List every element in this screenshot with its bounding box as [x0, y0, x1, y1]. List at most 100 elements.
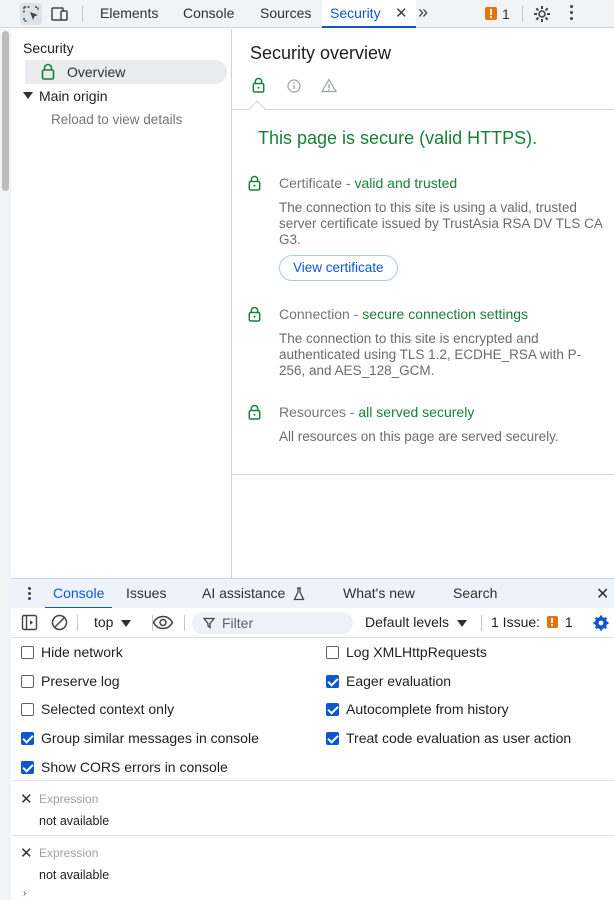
live-expression: ✕ Expression not available: [11, 836, 614, 890]
filter-icon: [203, 617, 215, 629]
drawer-tab-issues[interactable]: Issues: [126, 579, 166, 609]
tab-sources[interactable]: Sources: [260, 0, 311, 28]
drawer-menu-icon[interactable]: [28, 587, 31, 600]
console-toolbar: top Filter Default levels 1 Issue: 1: [11, 608, 614, 638]
eager-evaluation-checkbox[interactable]: Eager evaluation: [326, 671, 451, 691]
expression-input[interactable]: Expression: [39, 846, 98, 860]
scrollbar-thumb[interactable]: [2, 31, 9, 191]
separator-dash: -: [342, 175, 355, 191]
connection-label: Connection: [279, 306, 350, 322]
console-prompt[interactable]: ›: [11, 889, 614, 900]
tab-security-label: Security: [330, 5, 381, 21]
expression-input[interactable]: Expression: [39, 792, 98, 806]
drawer-tab-whats-new[interactable]: What's new: [343, 579, 415, 609]
console-settings-gear-icon[interactable]: [592, 614, 610, 632]
secure-message: This page is secure (valid HTTPS).: [258, 128, 538, 148]
summary-pointer: [248, 100, 266, 118]
info-icon: [287, 79, 301, 93]
sidebar-item-label: Main origin: [39, 88, 108, 104]
connection-heading: Connection - secure connection settings: [279, 306, 528, 322]
checkbox-box[interactable]: [326, 674, 339, 688]
triangle-down-icon: [23, 92, 33, 99]
checkbox-box[interactable]: [21, 731, 34, 745]
drawer-tab-console[interactable]: Console: [45, 579, 113, 609]
checkbox-box[interactable]: [21, 702, 34, 716]
close-drawer-icon[interactable]: ✕: [596, 584, 609, 604]
group-similar-checkbox[interactable]: Group similar messages in console: [21, 728, 259, 748]
tab-elements[interactable]: Elements: [100, 0, 158, 28]
inspect-icon[interactable]: [20, 3, 42, 25]
drawer-tab-ai-assistance[interactable]: AI assistance: [202, 579, 305, 609]
context-selector[interactable]: top: [94, 614, 132, 630]
remove-expression-icon[interactable]: ✕: [20, 844, 33, 862]
checkbox-box[interactable]: [326, 731, 339, 745]
resources-status: all served securely: [358, 404, 475, 420]
separator-dash: -: [345, 404, 359, 420]
left-scrollbar[interactable]: [0, 29, 11, 900]
dropdown-triangle-icon: [121, 619, 132, 627]
certificate-heading: Certificate - valid and trusted: [279, 175, 457, 191]
show-cors-errors-checkbox[interactable]: Show CORS errors in console: [21, 757, 228, 777]
selected-context-only-checkbox[interactable]: Selected context only: [21, 699, 174, 719]
checkbox-label: Log XMLHttpRequests: [346, 644, 487, 660]
expression-value: not available: [39, 868, 110, 882]
security-sidebar: Security Overview Main origin Reload to …: [11, 29, 232, 578]
checkbox-label: Eager evaluation: [346, 673, 452, 689]
tab-security[interactable]: Security ✕: [322, 0, 416, 28]
sidebar-item-overview[interactable]: Overview: [25, 60, 227, 84]
hide-network-checkbox[interactable]: Hide network: [21, 642, 123, 662]
lock-icon: [248, 175, 261, 191]
log-xmlhttprequests-checkbox[interactable]: Log XMLHttpRequests: [326, 642, 487, 662]
drawer-tab-bar: Console Issues AI assistance What's new …: [11, 578, 614, 609]
certificate-description: The connection to this site is using a v…: [279, 200, 603, 247]
issue-flag-icon: [546, 616, 558, 628]
warning-icon: [321, 78, 337, 93]
view-certificate-button[interactable]: View certificate: [279, 255, 398, 281]
treat-eval-as-user-action-checkbox[interactable]: Treat code evaluation as user action: [326, 728, 571, 748]
log-levels-dropdown[interactable]: Default levels: [365, 614, 467, 630]
clear-console-icon[interactable]: [51, 614, 68, 631]
checkbox-label: Treat code evaluation as user action: [346, 730, 572, 746]
filter-input[interactable]: Filter: [192, 612, 353, 634]
dropdown-triangle-icon: [456, 619, 467, 627]
summary-divider: [232, 109, 614, 110]
live-expression: ✕ Expression not available: [11, 782, 614, 836]
checkbox-label: Selected context only: [41, 701, 175, 717]
log-levels-value: Default levels: [365, 614, 450, 630]
preserve-log-checkbox[interactable]: Preserve log: [21, 671, 120, 691]
eye-icon[interactable]: [152, 614, 174, 631]
expression-value: not available: [39, 814, 110, 828]
remove-expression-icon[interactable]: ✕: [20, 790, 33, 808]
prompt-chevron-icon: ›: [23, 888, 27, 899]
autocomplete-history-checkbox[interactable]: Autocomplete from history: [326, 699, 509, 719]
more-tabs-icon[interactable]: »: [418, 2, 428, 23]
checkbox-label: Hide network: [41, 644, 123, 660]
sidebar-heading: Security: [23, 40, 74, 56]
security-overview-panel: Security overview This page is secure (v…: [232, 29, 614, 578]
checkbox-box[interactable]: [326, 645, 339, 659]
connection-description: The connection to this site is encrypted…: [279, 331, 582, 378]
certificate-status: valid and trusted: [354, 175, 458, 191]
sidebar-toggle-icon[interactable]: [21, 614, 38, 631]
drawer-tab-search[interactable]: Search: [453, 579, 497, 609]
device-toggle-icon[interactable]: [49, 3, 71, 25]
issue-flag-icon[interactable]: [485, 7, 497, 20]
lock-icon: [248, 404, 261, 420]
kebab-menu-icon[interactable]: [570, 5, 574, 20]
checkbox-box[interactable]: [21, 645, 34, 659]
checkbox-box[interactable]: [21, 674, 34, 688]
checkbox-box[interactable]: [21, 760, 34, 774]
gear-icon[interactable]: [531, 3, 553, 25]
issues-count[interactable]: 1: [502, 6, 510, 22]
checkbox-label: Preserve log: [41, 673, 120, 689]
console-settings-pane: Hide network Preserve log Selected conte…: [11, 638, 614, 781]
lock-icon: [252, 77, 265, 93]
issues-count: 1: [564, 614, 573, 630]
close-icon[interactable]: ✕: [395, 0, 408, 27]
section-divider: [232, 474, 614, 475]
lock-icon: [248, 306, 261, 322]
issues-counter-button[interactable]: 1 Issue: 1: [491, 614, 573, 630]
checkbox-box[interactable]: [326, 702, 339, 716]
checkbox-label: Group similar messages in console: [41, 730, 259, 746]
tab-console[interactable]: Console: [183, 0, 234, 28]
